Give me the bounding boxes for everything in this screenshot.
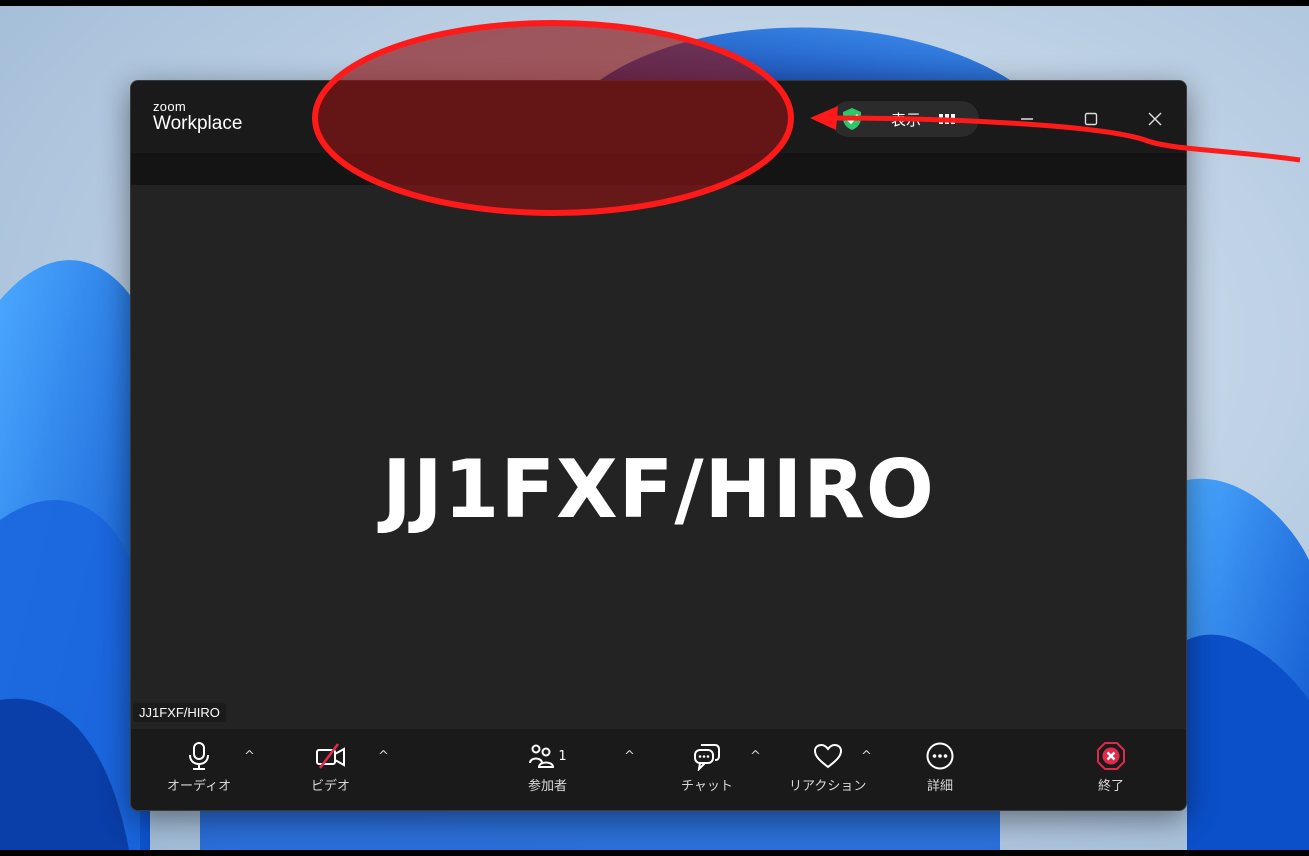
- video-off-icon: [315, 743, 345, 769]
- end-meeting-button[interactable]: 終了: [1096, 739, 1126, 794]
- view-button[interactable]: 表示: [831, 101, 979, 137]
- video-stage: JJ1FXF/HIRO: [131, 185, 1186, 729]
- view-label: 表示: [891, 111, 922, 129]
- reactions-button[interactable]: リアクション: [789, 739, 866, 794]
- logo-small-text: zoom: [153, 99, 186, 114]
- participant-display-name: JJ1FXF/HIRO: [382, 443, 935, 536]
- minimize-button[interactable]: [1005, 101, 1049, 137]
- chat-label: チャット: [681, 779, 733, 794]
- shield-icon: [843, 108, 861, 130]
- chat-options-caret[interactable]: ^: [750, 749, 761, 764]
- participant-name-tag: JJ1FXF/HIRO: [133, 703, 226, 722]
- screen-border-bottom: [0, 850, 1309, 856]
- participants-icon: [529, 744, 555, 768]
- more-icon: [926, 742, 954, 770]
- close-icon: [1148, 112, 1162, 126]
- audio-button[interactable]: オーディオ: [167, 739, 231, 794]
- minimize-icon: [1021, 118, 1033, 120]
- reactions-label: リアクション: [789, 779, 867, 794]
- audio-label: オーディオ: [167, 779, 232, 794]
- participants-label: 参加者: [528, 779, 568, 794]
- meeting-toolbar: オーディオ ^ ビデオ ^ 1 参加者 ^ チャット ^ リアクション ^ 詳細…: [131, 729, 1186, 810]
- participants-button[interactable]: 1 参加者: [528, 739, 567, 794]
- meeting-info-bar: [131, 153, 1186, 185]
- logo-big-text: Workplace: [153, 113, 243, 134]
- end-label: 終了: [1097, 779, 1124, 794]
- video-label: ビデオ: [311, 779, 351, 794]
- more-button[interactable]: 詳細: [925, 739, 955, 794]
- title-bar[interactable]: zoom Workplace 表示: [131, 81, 1186, 153]
- more-label: 詳細: [926, 779, 953, 794]
- chat-button[interactable]: チャット: [681, 739, 733, 794]
- reactions-options-caret[interactable]: ^: [861, 749, 872, 764]
- close-button[interactable]: [1133, 101, 1177, 137]
- screen-border-top: [0, 0, 1309, 6]
- grid-icon: [939, 114, 955, 124]
- maximize-icon: [1084, 112, 1098, 126]
- maximize-button[interactable]: [1069, 101, 1113, 137]
- chat-icon: [693, 744, 720, 771]
- zoom-meeting-window: zoom Workplace 表示 JJ1FXF/HIRO JJ1FXF/HIR…: [130, 80, 1187, 811]
- end-icon: [1097, 742, 1125, 770]
- zoom-workplace-logo: zoom Workplace: [153, 99, 243, 135]
- heart-icon: [813, 743, 842, 769]
- audio-options-caret[interactable]: ^: [244, 749, 255, 764]
- video-button[interactable]: ビデオ: [311, 739, 350, 794]
- video-options-caret[interactable]: ^: [378, 749, 389, 764]
- microphone-icon: [189, 742, 210, 770]
- participants-count: 1: [558, 748, 567, 764]
- participants-options-caret[interactable]: ^: [624, 749, 635, 764]
